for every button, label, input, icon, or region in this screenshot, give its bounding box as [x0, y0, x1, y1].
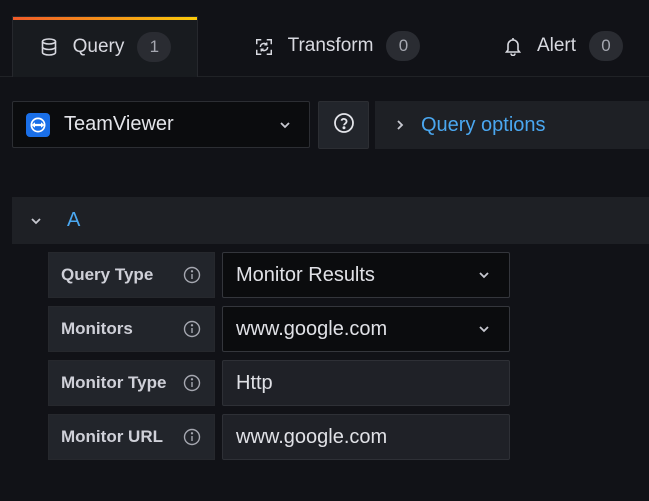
query-type-value: Monitor Results: [236, 263, 375, 286]
monitor-url-field[interactable]: www.google.com: [222, 414, 510, 460]
datasource-picker[interactable]: TeamViewer: [12, 101, 310, 148]
query-ref-id[interactable]: A: [67, 209, 80, 232]
database-icon: [39, 37, 59, 57]
query-type-select[interactable]: Monitor Results: [222, 252, 510, 298]
tab-alert-count: 0: [589, 31, 624, 61]
monitor-type-field[interactable]: Http: [222, 360, 510, 406]
monitors-value: www.google.com: [236, 317, 388, 340]
monitor-type-label-text: Monitor Type: [61, 373, 167, 392]
question-circle-icon: [333, 112, 355, 139]
monitor-url-value: www.google.com: [236, 425, 388, 448]
info-icon[interactable]: [183, 266, 201, 284]
monitors-select[interactable]: www.google.com: [222, 306, 510, 352]
query-type-label: Query Type: [48, 252, 215, 298]
chevron-down-icon: [277, 117, 293, 133]
info-icon[interactable]: [183, 374, 201, 392]
monitor-type-value: Http: [236, 371, 273, 394]
query-type-label-text: Query Type: [61, 265, 154, 284]
tab-query-label: Query: [72, 36, 125, 57]
datasource-help-button[interactable]: [318, 101, 369, 149]
bell-icon: [503, 36, 523, 56]
chevron-down-icon[interactable]: [29, 214, 43, 228]
query-options-toggle[interactable]: Query options: [375, 101, 649, 149]
chevron-down-icon: [476, 321, 492, 337]
query-row-header[interactable]: A: [12, 197, 649, 244]
chevron-right-icon: [393, 118, 407, 132]
query-options-label: Query options: [421, 113, 546, 136]
tab-transform-label: Transform: [287, 35, 374, 56]
info-icon[interactable]: [183, 428, 201, 446]
tab-query-count: 1: [137, 32, 172, 62]
monitor-url-label: Monitor URL: [48, 414, 215, 460]
tab-transform[interactable]: Transform 0: [232, 16, 442, 76]
chevron-down-icon: [476, 267, 492, 283]
info-icon[interactable]: [183, 320, 201, 338]
datasource-name: TeamViewer: [64, 113, 174, 135]
tab-alert[interactable]: Alert 0: [486, 16, 640, 76]
tab-transform-count: 0: [386, 31, 421, 61]
monitors-label: Monitors: [48, 306, 215, 352]
tab-alert-label: Alert: [536, 35, 577, 56]
monitors-label-text: Monitors: [61, 319, 133, 338]
transform-icon: [254, 36, 274, 56]
monitor-type-label: Monitor Type: [48, 360, 215, 406]
query-tab-bar: Query 1 Transform 0 Alert 0: [0, 0, 649, 77]
teamviewer-logo: [26, 112, 50, 137]
tab-query[interactable]: Query 1: [12, 16, 198, 77]
monitor-url-label-text: Monitor URL: [61, 427, 163, 446]
